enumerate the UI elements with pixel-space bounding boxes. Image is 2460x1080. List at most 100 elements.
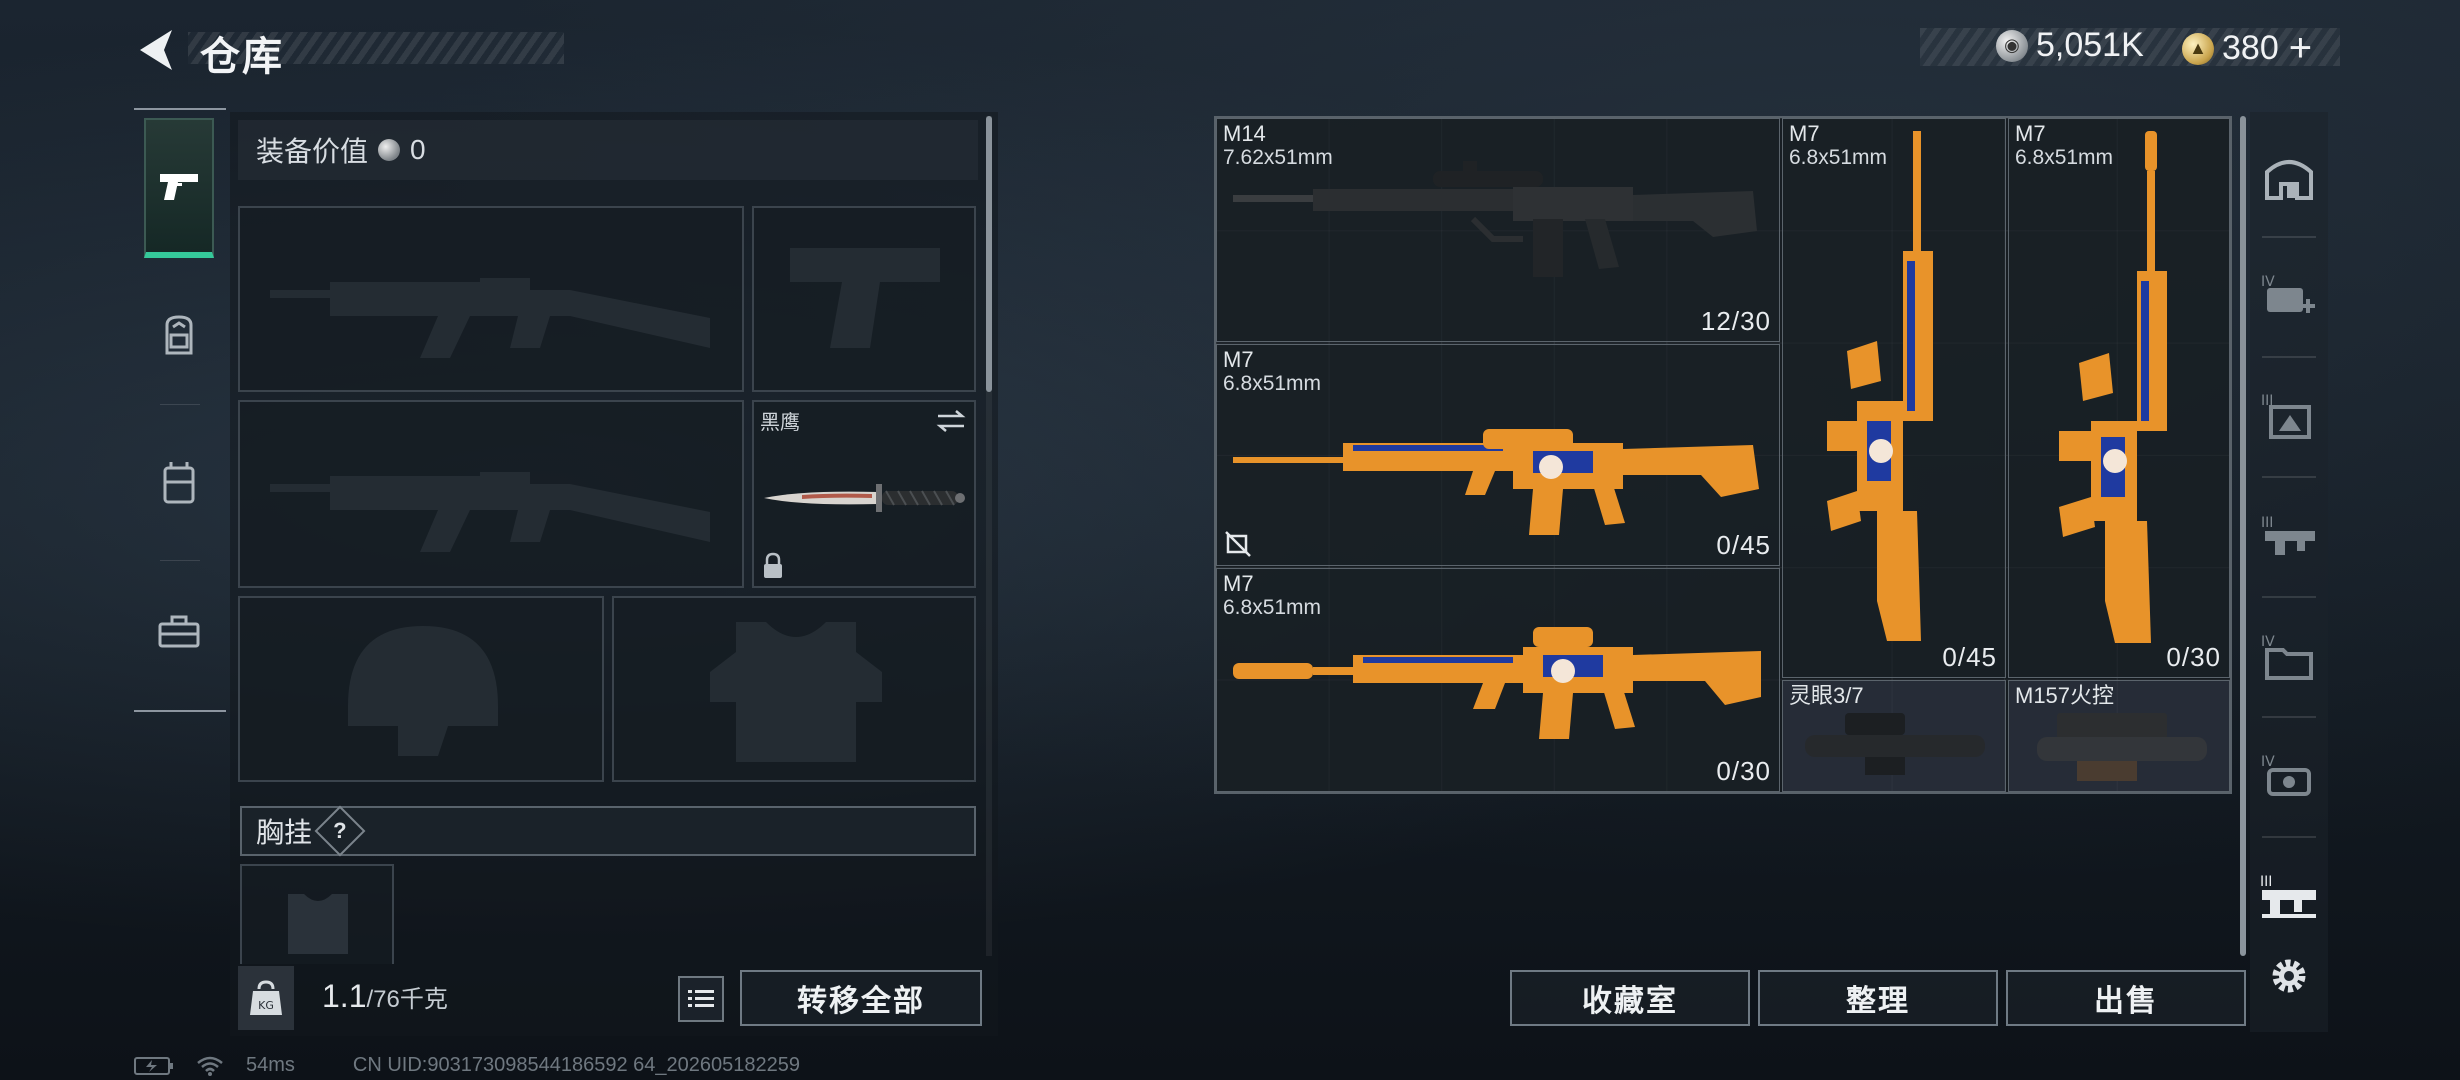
medkit-tab[interactable]: IV [2252,246,2326,346]
chest-rig-section: 胸挂 ? [240,805,976,857]
item-name: M7 [1223,571,1254,596]
weapon-rack-III-icon: III [2260,874,2316,918]
item-m7[interactable]: M7 6.8x51mm 0/45 [1782,118,2006,678]
armor-silhouette-icon [710,622,882,762]
svg-text:III: III [2261,515,2273,531]
toolbox-icon [158,615,200,648]
chest-rig-icon [163,462,195,504]
transfer-all-button[interactable]: 转移全部 [740,970,982,1026]
battery-icon [134,1056,173,1075]
tab-rig[interactable] [144,448,214,518]
item-fire-control[interactable]: M157火控 [2008,680,2230,792]
settings-icon [2272,959,2306,993]
item-name: 灵眼3/7 [1789,683,1864,708]
lock-icon [764,552,782,578]
back-button[interactable] [132,24,180,76]
rifle-silhouette-icon [270,278,710,358]
secondary-weapon-slot[interactable] [238,400,744,588]
gear-tab[interactable]: IV [2252,726,2326,826]
equipment-value-label: 装备价值 [256,136,369,167]
pistol-silhouette-icon [790,248,940,348]
tab-rail-bottom [134,710,226,712]
item-ammo: 0/45 [1716,530,1771,560]
sort-button[interactable]: 整理 [1758,970,1998,1026]
collection-room-button[interactable]: 收藏室 [1510,970,1750,1026]
tab-weapons[interactable] [144,118,214,258]
tab-rail-top [134,108,226,110]
rail-separator [2262,356,2316,358]
rail-separator [2262,476,2316,478]
warehouse-scrollbar[interactable] [2240,116,2246,956]
rifle-III-icon: III [2261,515,2315,555]
list-view-button[interactable] [678,976,724,1022]
item-m7[interactable]: M7 6.8x51mm 0/30 [2008,118,2230,678]
storage-icon [2265,160,2313,200]
equipment-scrollbar[interactable] [986,116,992,392]
pistol-slot[interactable] [752,206,976,392]
rifle-tab[interactable]: III [2252,486,2326,586]
silver-amount: 5,051K [2036,26,2144,64]
help-icon: ? [333,817,347,843]
back-arrow-icon [140,30,172,70]
silver-currency: ◉ 5,051K [1996,26,2144,65]
item-name: M7 [1789,121,1820,146]
folder-IV-icon: IV [2261,634,2313,680]
svg-text:KG: KG [258,999,274,1012]
svg-text:IV: IV [2261,754,2275,770]
rail-separator [2262,596,2316,598]
item-m14[interactable]: M14 7.62x51mm 12/30 [1216,118,1780,342]
status-footer: 54ms CN UID:903173098544186592 64_202605… [134,1054,800,1077]
backpack-icon [165,315,193,355]
storage-tab[interactable] [2252,128,2326,228]
item-ammo: 0/30 [2166,642,2221,672]
m14-rifle-icon [1233,161,1757,277]
item-name: M157火控 [2015,683,2115,708]
gold-amount: 380 [2222,29,2279,67]
medkit-IV-icon: IV [2261,274,2315,313]
help-button[interactable]: ? [314,805,366,857]
rifle-silhouette-icon [270,472,710,552]
swap-icon[interactable] [936,410,966,432]
weight-readout: 1.1/76千克 [322,978,448,1015]
page-title: 仓库 [200,35,284,79]
item-name: M14 [1223,121,1266,146]
tab-backpack[interactable] [144,300,214,370]
equipment-value-bar: 装备价值 0 [238,120,978,180]
primary-weapon-slot[interactable] [238,206,744,392]
knife-icon [764,484,965,512]
tab-toolbox[interactable] [144,596,214,666]
item-m7[interactable]: M7 6.8x51mm 0/45 [1216,344,1780,566]
item-m7[interactable]: M7 6.8x51mm 0/30 [1216,568,1780,792]
user-uid: CN UID:903173098544186592 64_20260518225… [352,1054,800,1076]
gold-currency[interactable]: ▲ 380 + [2182,26,2312,71]
m7-rifle-vertical-icon [2059,131,2167,643]
chest-rig-slot[interactable] [240,864,394,964]
weight-max: /76千克 [366,986,448,1013]
item-scope[interactable]: 灵眼3/7 [1782,680,2006,792]
body-armor-slot[interactable] [612,596,976,782]
folder-tab[interactable]: IV [2252,606,2326,706]
item-name: M7 [1223,347,1254,372]
sell-button[interactable]: 出售 [2006,970,2246,1026]
armor-tab[interactable]: III [2252,366,2326,466]
vest-silhouette-icon [288,894,348,954]
item-ammo: 0/30 [1716,756,1771,786]
rail-separator [2262,236,2316,238]
fire-control-icon [2037,713,2207,781]
helmet-slot[interactable] [238,596,604,782]
svg-text:IV: IV [2261,634,2275,650]
settings-button[interactable] [2252,926,2326,1026]
list-icon [688,990,714,1007]
weight-icon: KG [250,980,282,1015]
melee-slot[interactable]: 黑鹰 [752,400,976,588]
rail-separator [2262,836,2316,838]
svg-text:IV: IV [2261,274,2275,290]
item-ammo: 12/30 [1700,306,1771,336]
melee-name: 黑鹰 [760,412,800,434]
pistol-icon [160,174,198,200]
m7-rifle-vertical-icon [1827,131,1933,641]
tab-divider [160,560,200,561]
equipment-value: 0 [410,134,426,165]
add-gold-icon[interactable]: + [2289,26,2312,71]
no-mod-icon [1225,531,1251,557]
